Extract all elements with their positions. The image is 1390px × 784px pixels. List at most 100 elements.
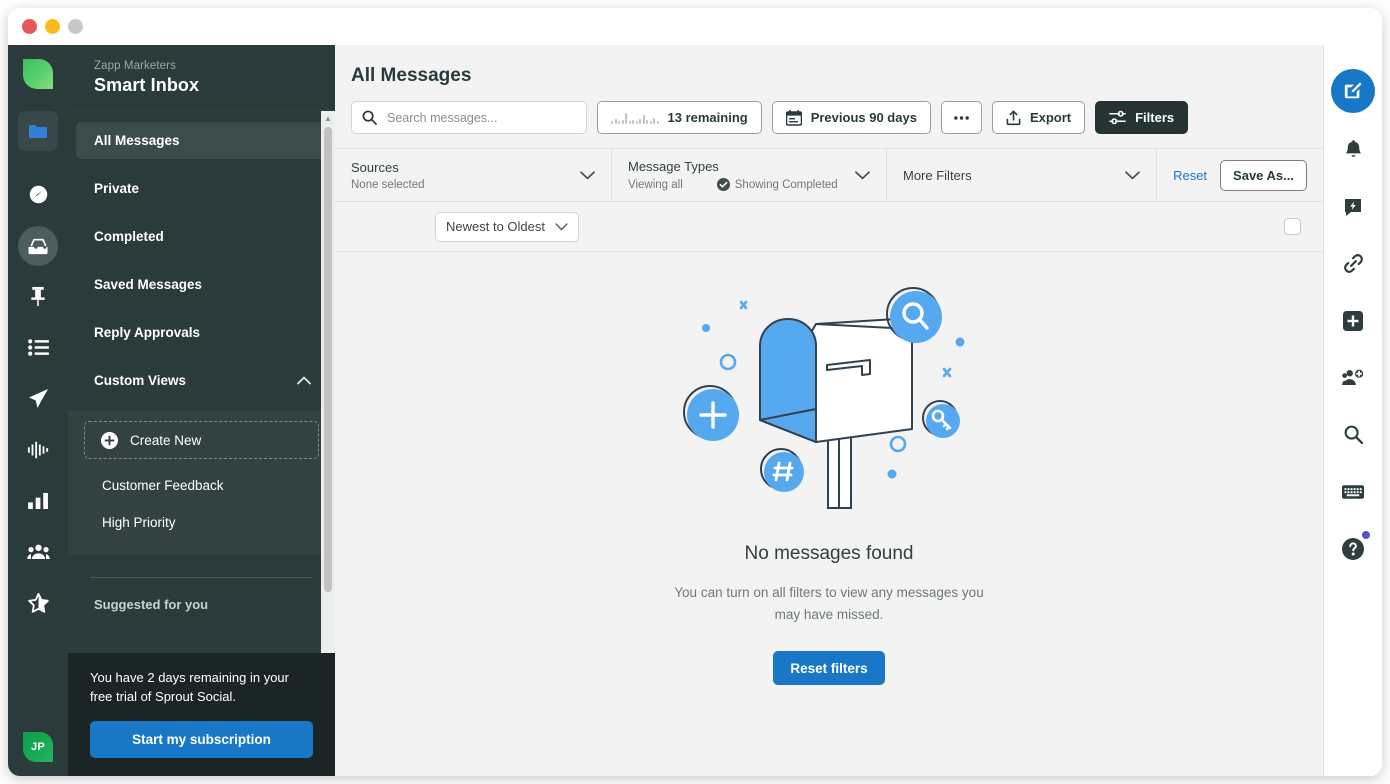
calendar-icon [785, 109, 802, 126]
sidebar-item-reviews[interactable] [14, 577, 62, 628]
list-icon [27, 339, 49, 356]
more-filters-filter[interactable]: More Filters [887, 149, 1158, 201]
sidebar-section-custom-views[interactable]: Custom Views [76, 362, 327, 399]
nav-header: Zapp Marketers Smart Inbox [68, 45, 335, 110]
team-button[interactable] [1329, 349, 1377, 406]
sidebar-item-label: Completed [94, 229, 164, 244]
message-types-filter-label: Message Types [628, 159, 719, 174]
avatar[interactable]: JP [23, 732, 53, 762]
bell-icon [1345, 139, 1361, 157]
filters-label: Filters [1135, 110, 1175, 125]
sort-order-select[interactable]: Newest to Oldest [435, 211, 579, 242]
secondary-navigation-panel: Zapp Marketers Smart Inbox All Messages … [68, 45, 335, 776]
sidebar-item-label: Private [94, 181, 140, 196]
sidebar-item-reply-approvals[interactable]: Reply Approvals [76, 314, 327, 351]
showing-completed-label: Showing Completed [734, 178, 838, 191]
sidebar-item-private[interactable]: Private [76, 170, 327, 207]
message-types-filter-value: Viewing all [628, 178, 683, 191]
nav-item-list: All Messages Private Completed Saved Mes… [68, 111, 335, 399]
message-types-filter[interactable]: Message Types Viewing all Showing Comple… [612, 149, 887, 201]
create-new-label: Create New [130, 432, 202, 448]
sidebar-item-reports[interactable] [14, 475, 62, 526]
filters-button[interactable]: Filters [1095, 101, 1189, 134]
remaining-counter-label: 13 remaining [667, 110, 748, 125]
search-button[interactable] [1329, 406, 1377, 463]
trial-banner: You have 2 days remaining in your free t… [68, 653, 335, 776]
people-icon [26, 544, 50, 559]
sidebar-item-saved-messages[interactable]: Saved Messages [76, 266, 327, 303]
organization-name: Zapp Marketers [94, 60, 176, 72]
search-input[interactable] [351, 101, 587, 134]
sidebar-item-inbox[interactable] [14, 220, 62, 271]
sort-order-value: Newest to Oldest [446, 219, 545, 234]
feedback-button[interactable] [1329, 178, 1377, 235]
folder-icon[interactable] [18, 111, 58, 151]
maximize-window-button[interactable] [68, 19, 83, 34]
inbox-icon [28, 238, 48, 254]
empty-state-subtitle: You can turn on all filters to view any … [674, 585, 984, 622]
links-button[interactable] [1329, 235, 1377, 292]
remaining-counter-button[interactable]: 13 remaining [597, 101, 762, 134]
sidebar-item-all-messages[interactable]: All Messages [76, 122, 327, 159]
export-button[interactable]: Export [991, 101, 1086, 134]
main-toolbar: 13 remaining Previous 90 days Export [351, 101, 1307, 148]
sidebar-item-completed[interactable]: Completed [76, 218, 327, 255]
custom-view-customer-feedback[interactable]: Customer Feedback [84, 467, 319, 504]
rail-icon-list [14, 169, 62, 628]
scroll-up-arrow[interactable]: ▲ [321, 111, 335, 125]
plus-square-icon [1343, 310, 1363, 331]
sources-filter[interactable]: Sources None selected [335, 149, 612, 201]
add-button[interactable] [1329, 292, 1377, 349]
primary-navigation-rail: JP [8, 45, 68, 776]
pin-icon [31, 286, 45, 307]
notifications-button[interactable] [1329, 121, 1377, 178]
people-add-icon [1342, 369, 1364, 386]
sources-filter-value: None selected [351, 178, 425, 191]
chevron-down-icon [1125, 170, 1140, 179]
create-new-view-button[interactable]: Create New [84, 421, 319, 459]
date-range-label: Previous 90 days [810, 110, 917, 125]
trial-message: You have 2 days remaining in your free t… [90, 670, 289, 705]
export-label: Export [1029, 110, 1072, 125]
keyboard-icon [1342, 484, 1364, 499]
reset-filters-button[interactable]: Reset filters [773, 651, 885, 686]
custom-view-label: High Priority [102, 515, 176, 530]
window-titlebar [8, 8, 1382, 45]
sources-filter-label: Sources [351, 159, 399, 175]
sidebar-item-audience[interactable] [14, 526, 62, 577]
close-window-button[interactable] [22, 19, 37, 34]
sparkline-icon [611, 111, 659, 124]
save-as-button[interactable]: Save As... [1220, 159, 1307, 191]
select-all-checkbox[interactable] [1284, 218, 1301, 235]
reset-filters-link[interactable]: Reset [1173, 168, 1207, 183]
sort-row: Newest to Oldest [335, 202, 1323, 252]
sidebar-item-listening[interactable] [14, 424, 62, 475]
export-icon [1006, 110, 1021, 125]
showing-completed-chip: Showing Completed [716, 178, 838, 191]
scrollbar-thumb[interactable] [324, 127, 332, 592]
custom-view-high-priority[interactable]: High Priority [84, 504, 319, 541]
sidebar-item-compose[interactable] [14, 373, 62, 424]
search-field[interactable] [387, 110, 576, 125]
custom-views-body: Create New Customer Feedback High Priori… [68, 410, 335, 555]
minimize-window-button[interactable] [45, 19, 60, 34]
chevron-down-icon [555, 222, 568, 230]
shortcuts-button[interactable] [1329, 463, 1377, 520]
app-window: JP Zapp Marketers Smart Inbox All Messag… [8, 8, 1382, 776]
compose-button[interactable] [1329, 61, 1377, 121]
utility-rail [1323, 45, 1382, 776]
mailbox-illustration [683, 287, 965, 509]
sidebar-item-dashboard[interactable] [14, 169, 62, 220]
bar-chart-icon [27, 492, 48, 509]
page-section-title: Smart Inbox [94, 75, 200, 95]
sidebar-item-publishing[interactable] [14, 271, 62, 322]
sidebar-item-tasks[interactable] [14, 322, 62, 373]
start-subscription-button[interactable]: Start my subscription [90, 721, 313, 758]
sprout-leaf-logo[interactable] [23, 59, 53, 89]
more-options-button[interactable] [940, 101, 982, 134]
empty-state-title: No messages found [744, 543, 914, 564]
sidebar-item-label: Custom Views [94, 373, 187, 388]
date-range-button[interactable]: Previous 90 days [771, 101, 931, 134]
help-button[interactable] [1329, 520, 1377, 577]
chevron-up-icon [297, 376, 311, 385]
